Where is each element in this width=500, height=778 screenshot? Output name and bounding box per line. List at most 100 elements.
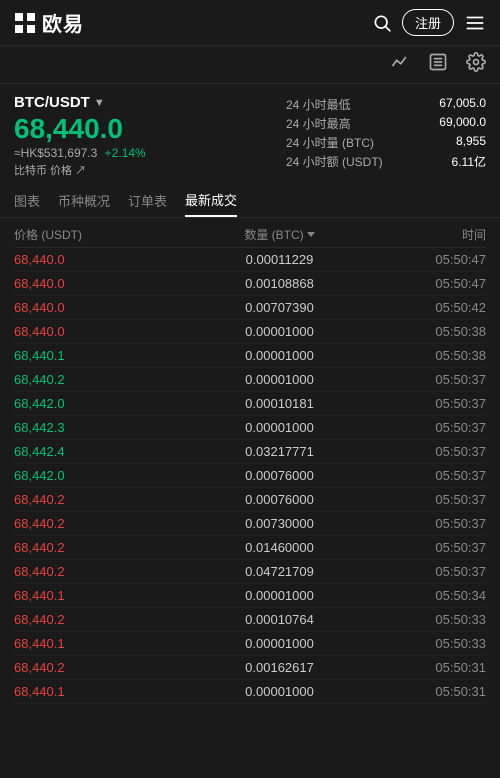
trade-time: 05:50:37	[368, 516, 486, 531]
stat-row: 24 小时额 (USDT)6.11亿	[286, 153, 486, 170]
trade-qty: 0.00001000	[191, 324, 368, 339]
trade-price: 68,440.2	[14, 540, 191, 555]
trade-time: 05:50:47	[368, 252, 486, 267]
pair-left: BTC/USDT ▼ 68,440.0 ≈HK$531,697.3 +2.14%…	[14, 94, 286, 178]
trade-time: 05:50:37	[368, 444, 486, 459]
stat-label: 24 小时量 (BTC)	[286, 134, 374, 151]
chevron-down-icon: ▼	[94, 97, 105, 109]
table-row: 68,440.2 0.00730000 05:50:37	[14, 512, 486, 536]
pair-name-text: BTC/USDT	[14, 94, 90, 111]
trade-price: 68,442.0	[14, 396, 191, 411]
trade-qty: 0.00001000	[191, 348, 368, 363]
trade-price: 68,442.0	[14, 468, 191, 483]
trade-time: 05:50:31	[368, 660, 486, 675]
trade-price: 68,440.2	[14, 492, 191, 507]
table-row: 68,442.3 0.00001000 05:50:37	[14, 416, 486, 440]
trade-time: 05:50:33	[368, 612, 486, 627]
table-row: 68,440.0 0.00707390 05:50:42	[14, 296, 486, 320]
trade-time: 05:50:37	[368, 396, 486, 411]
col-time-header: 时间	[368, 226, 486, 243]
search-button[interactable]	[372, 13, 392, 33]
trade-qty: 0.04721709	[191, 564, 368, 579]
trade-time: 05:50:42	[368, 300, 486, 315]
pair-stats: 24 小时最低 67,005.0 24 小时最高 69,000.0 24 小时量 (BT…	[286, 94, 486, 178]
pair-hk-row: ≈HK$531,697.3 +2.14%	[14, 146, 286, 160]
table-row: 68,440.2 0.00010764 05:50:33	[14, 608, 486, 632]
stat-value: 8,955	[456, 134, 486, 151]
trade-qty: 0.00001000	[191, 588, 368, 603]
trade-qty: 0.00730000	[191, 516, 368, 531]
trade-qty: 0.00011229	[191, 252, 368, 267]
filter-icon[interactable]	[307, 232, 315, 237]
table-row: 68,440.2 0.00001000 05:50:37	[14, 368, 486, 392]
price-change: +2.14%	[105, 146, 146, 160]
col-price-header: 价格 (USDT)	[14, 226, 191, 243]
stat-value: 6.11亿	[452, 153, 486, 170]
stat-value: 67,005.0	[439, 96, 486, 113]
col-qty-header: 数量 (BTC)	[191, 226, 368, 243]
pair-price: 68,440.0	[14, 115, 286, 143]
pair-name-row[interactable]: BTC/USDT ▼	[14, 94, 286, 111]
trade-time: 05:50:33	[368, 636, 486, 651]
header-actions: 注册	[372, 9, 486, 36]
trade-table: 价格 (USDT) 数量 (BTC) 时间 68,440.0 0.0001122…	[0, 218, 500, 704]
trade-qty: 0.00076000	[191, 468, 368, 483]
list-icon[interactable]	[428, 52, 448, 77]
stat-label: 24 小时最低	[286, 96, 351, 113]
trade-time: 05:50:37	[368, 420, 486, 435]
trade-price: 68,440.2	[14, 612, 191, 627]
tab-图表[interactable]: 图表	[14, 191, 40, 216]
table-row: 68,442.4 0.03217771 05:50:37	[14, 440, 486, 464]
trade-qty: 0.00108868	[191, 276, 368, 291]
table-row: 68,440.1 0.00001000 05:50:34	[14, 584, 486, 608]
trade-qty: 0.00001000	[191, 636, 368, 651]
pair-link[interactable]: 比特币 价格 ↗	[14, 162, 286, 178]
stat-label: 24 小时最高	[286, 115, 351, 132]
menu-button[interactable]	[464, 12, 486, 34]
table-row: 68,442.0 0.00010181 05:50:37	[14, 392, 486, 416]
trade-price: 68,440.0	[14, 276, 191, 291]
trade-price: 68,440.2	[14, 372, 191, 387]
table-row: 68,440.2 0.00076000 05:50:37	[14, 488, 486, 512]
trade-price: 68,440.2	[14, 564, 191, 579]
trade-qty: 0.00010764	[191, 612, 368, 627]
stat-row: 24 小时最低 67,005.0	[286, 96, 486, 113]
trade-price: 68,440.2	[14, 516, 191, 531]
tab-订单表[interactable]: 订单表	[128, 191, 167, 216]
trade-time: 05:50:37	[368, 468, 486, 483]
trade-time: 05:50:34	[368, 588, 486, 603]
stat-value: 69,000.0	[439, 115, 486, 132]
trade-time: 05:50:37	[368, 540, 486, 555]
settings-icon[interactable]	[466, 52, 486, 77]
table-row: 68,440.1 0.00001000 05:50:38	[14, 344, 486, 368]
logo-text: 欧易	[42, 8, 84, 37]
trade-time: 05:50:38	[368, 324, 486, 339]
pair-section: BTC/USDT ▼ 68,440.0 ≈HK$531,697.3 +2.14%…	[0, 84, 500, 184]
table-row: 68,440.2 0.04721709 05:50:37	[14, 560, 486, 584]
logo-area: 欧易	[14, 8, 84, 37]
trade-time: 05:50:37	[368, 372, 486, 387]
register-button[interactable]: 注册	[402, 9, 454, 36]
trade-price: 68,440.1	[14, 588, 191, 603]
trade-price: 68,442.4	[14, 444, 191, 459]
trade-qty: 0.00076000	[191, 492, 368, 507]
table-row: 68,440.0 0.00011229 05:50:47	[14, 248, 486, 272]
trade-qty: 0.03217771	[191, 444, 368, 459]
app-header: 欧易 注册	[0, 0, 500, 46]
tabs-bar: 图表币种概况订单表最新成交	[0, 184, 500, 218]
tab-最新成交[interactable]: 最新成交	[185, 190, 237, 217]
trade-time: 05:50:37	[368, 492, 486, 507]
trade-price: 68,440.1	[14, 348, 191, 363]
trade-qty: 0.00001000	[191, 684, 368, 699]
trade-qty: 0.01460000	[191, 540, 368, 555]
table-row: 68,440.1 0.00001000 05:50:31	[14, 680, 486, 704]
sub-header	[0, 46, 500, 84]
tab-币种概况[interactable]: 币种概况	[58, 191, 110, 216]
table-row: 68,440.0 0.00001000 05:50:38	[14, 320, 486, 344]
chart-line-icon[interactable]	[390, 52, 410, 77]
trade-time: 05:50:31	[368, 684, 486, 699]
logo-icon	[14, 12, 36, 34]
trade-qty: 0.00001000	[191, 420, 368, 435]
trade-price: 68,440.0	[14, 324, 191, 339]
table-header: 价格 (USDT) 数量 (BTC) 时间	[14, 218, 486, 248]
